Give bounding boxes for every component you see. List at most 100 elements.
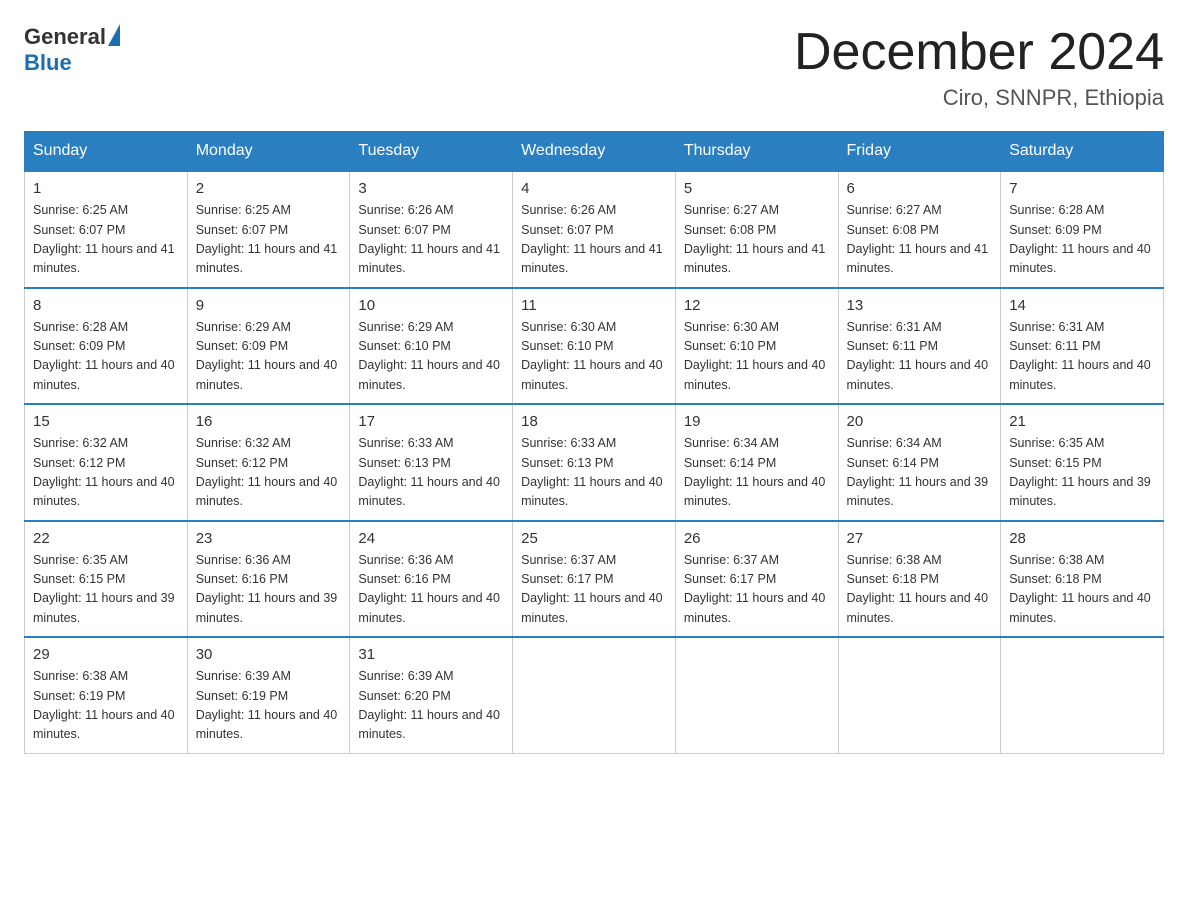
day-number: 13: [847, 297, 993, 314]
day-info: Sunrise: 6:25 AMSunset: 6:07 PMDaylight:…: [33, 201, 179, 279]
calendar-cell: 13 Sunrise: 6:31 AMSunset: 6:11 PMDaylig…: [838, 288, 1001, 405]
day-info: Sunrise: 6:33 AMSunset: 6:13 PMDaylight:…: [358, 434, 504, 512]
calendar-cell: 31 Sunrise: 6:39 AMSunset: 6:20 PMDaylig…: [350, 637, 513, 753]
logo: General Blue: [24, 24, 120, 76]
day-info: Sunrise: 6:25 AMSunset: 6:07 PMDaylight:…: [196, 201, 342, 279]
calendar-cell: 8 Sunrise: 6:28 AMSunset: 6:09 PMDayligh…: [25, 288, 188, 405]
day-number: 27: [847, 530, 993, 547]
calendar-cell: [838, 637, 1001, 753]
day-number: 28: [1009, 530, 1155, 547]
calendar-cell: [675, 637, 838, 753]
day-info: Sunrise: 6:29 AMSunset: 6:09 PMDaylight:…: [196, 318, 342, 396]
calendar-cell: 6 Sunrise: 6:27 AMSunset: 6:08 PMDayligh…: [838, 171, 1001, 288]
calendar-cell: 27 Sunrise: 6:38 AMSunset: 6:18 PMDaylig…: [838, 521, 1001, 638]
calendar-cell: 24 Sunrise: 6:36 AMSunset: 6:16 PMDaylig…: [350, 521, 513, 638]
day-number: 4: [521, 180, 667, 197]
day-number: 17: [358, 413, 504, 430]
calendar-cell: 4 Sunrise: 6:26 AMSunset: 6:07 PMDayligh…: [513, 171, 676, 288]
day-info: Sunrise: 6:39 AMSunset: 6:19 PMDaylight:…: [196, 667, 342, 745]
calendar-week-1: 1 Sunrise: 6:25 AMSunset: 6:07 PMDayligh…: [25, 171, 1164, 288]
day-number: 2: [196, 180, 342, 197]
day-info: Sunrise: 6:30 AMSunset: 6:10 PMDaylight:…: [521, 318, 667, 396]
day-number: 5: [684, 180, 830, 197]
logo-blue: Blue: [24, 50, 72, 76]
calendar-cell: 28 Sunrise: 6:38 AMSunset: 6:18 PMDaylig…: [1001, 521, 1164, 638]
day-number: 22: [33, 530, 179, 547]
day-info: Sunrise: 6:34 AMSunset: 6:14 PMDaylight:…: [847, 434, 993, 512]
day-info: Sunrise: 6:38 AMSunset: 6:19 PMDaylight:…: [33, 667, 179, 745]
header-sunday: Sunday: [25, 132, 188, 172]
day-number: 31: [358, 646, 504, 663]
calendar-cell: 21 Sunrise: 6:35 AMSunset: 6:15 PMDaylig…: [1001, 404, 1164, 521]
day-number: 15: [33, 413, 179, 430]
calendar-cell: 18 Sunrise: 6:33 AMSunset: 6:13 PMDaylig…: [513, 404, 676, 521]
day-info: Sunrise: 6:31 AMSunset: 6:11 PMDaylight:…: [847, 318, 993, 396]
header-wednesday: Wednesday: [513, 132, 676, 172]
calendar-cell: 15 Sunrise: 6:32 AMSunset: 6:12 PMDaylig…: [25, 404, 188, 521]
header-tuesday: Tuesday: [350, 132, 513, 172]
day-number: 20: [847, 413, 993, 430]
calendar-cell: [513, 637, 676, 753]
day-info: Sunrise: 6:35 AMSunset: 6:15 PMDaylight:…: [33, 551, 179, 629]
calendar-header: SundayMondayTuesdayWednesdayThursdayFrid…: [25, 132, 1164, 172]
day-number: 12: [684, 297, 830, 314]
day-number: 24: [358, 530, 504, 547]
day-info: Sunrise: 6:26 AMSunset: 6:07 PMDaylight:…: [358, 201, 504, 279]
calendar-cell: 25 Sunrise: 6:37 AMSunset: 6:17 PMDaylig…: [513, 521, 676, 638]
day-number: 19: [684, 413, 830, 430]
day-number: 3: [358, 180, 504, 197]
calendar-cell: 3 Sunrise: 6:26 AMSunset: 6:07 PMDayligh…: [350, 171, 513, 288]
calendar-cell: 12 Sunrise: 6:30 AMSunset: 6:10 PMDaylig…: [675, 288, 838, 405]
day-info: Sunrise: 6:34 AMSunset: 6:14 PMDaylight:…: [684, 434, 830, 512]
header-row: SundayMondayTuesdayWednesdayThursdayFrid…: [25, 132, 1164, 172]
day-info: Sunrise: 6:35 AMSunset: 6:15 PMDaylight:…: [1009, 434, 1155, 512]
location-title: Ciro, SNNPR, Ethiopia: [794, 85, 1164, 111]
calendar-cell: 26 Sunrise: 6:37 AMSunset: 6:17 PMDaylig…: [675, 521, 838, 638]
day-info: Sunrise: 6:32 AMSunset: 6:12 PMDaylight:…: [33, 434, 179, 512]
day-number: 1: [33, 180, 179, 197]
day-number: 10: [358, 297, 504, 314]
calendar-cell: 10 Sunrise: 6:29 AMSunset: 6:10 PMDaylig…: [350, 288, 513, 405]
day-info: Sunrise: 6:29 AMSunset: 6:10 PMDaylight:…: [358, 318, 504, 396]
day-info: Sunrise: 6:38 AMSunset: 6:18 PMDaylight:…: [1009, 551, 1155, 629]
day-info: Sunrise: 6:37 AMSunset: 6:17 PMDaylight:…: [684, 551, 830, 629]
day-number: 14: [1009, 297, 1155, 314]
day-info: Sunrise: 6:27 AMSunset: 6:08 PMDaylight:…: [684, 201, 830, 279]
day-number: 16: [196, 413, 342, 430]
calendar-cell: 14 Sunrise: 6:31 AMSunset: 6:11 PMDaylig…: [1001, 288, 1164, 405]
day-number: 11: [521, 297, 667, 314]
calendar-cell: 20 Sunrise: 6:34 AMSunset: 6:14 PMDaylig…: [838, 404, 1001, 521]
day-info: Sunrise: 6:39 AMSunset: 6:20 PMDaylight:…: [358, 667, 504, 745]
calendar-cell: 23 Sunrise: 6:36 AMSunset: 6:16 PMDaylig…: [187, 521, 350, 638]
day-info: Sunrise: 6:28 AMSunset: 6:09 PMDaylight:…: [33, 318, 179, 396]
calendar-cell: 22 Sunrise: 6:35 AMSunset: 6:15 PMDaylig…: [25, 521, 188, 638]
day-info: Sunrise: 6:38 AMSunset: 6:18 PMDaylight:…: [847, 551, 993, 629]
calendar-body: 1 Sunrise: 6:25 AMSunset: 6:07 PMDayligh…: [25, 171, 1164, 753]
day-number: 23: [196, 530, 342, 547]
calendar-cell: [1001, 637, 1164, 753]
day-number: 21: [1009, 413, 1155, 430]
day-number: 6: [847, 180, 993, 197]
logo-general: General: [24, 24, 106, 50]
calendar-cell: 9 Sunrise: 6:29 AMSunset: 6:09 PMDayligh…: [187, 288, 350, 405]
calendar-cell: 19 Sunrise: 6:34 AMSunset: 6:14 PMDaylig…: [675, 404, 838, 521]
calendar-table: SundayMondayTuesdayWednesdayThursdayFrid…: [24, 131, 1164, 754]
day-number: 30: [196, 646, 342, 663]
month-title: December 2024: [794, 24, 1164, 81]
day-number: 25: [521, 530, 667, 547]
calendar-cell: 2 Sunrise: 6:25 AMSunset: 6:07 PMDayligh…: [187, 171, 350, 288]
title-section: December 2024 Ciro, SNNPR, Ethiopia: [794, 24, 1164, 111]
calendar-cell: 29 Sunrise: 6:38 AMSunset: 6:19 PMDaylig…: [25, 637, 188, 753]
day-info: Sunrise: 6:36 AMSunset: 6:16 PMDaylight:…: [196, 551, 342, 629]
header-monday: Monday: [187, 132, 350, 172]
day-info: Sunrise: 6:37 AMSunset: 6:17 PMDaylight:…: [521, 551, 667, 629]
calendar-week-2: 8 Sunrise: 6:28 AMSunset: 6:09 PMDayligh…: [25, 288, 1164, 405]
day-number: 18: [521, 413, 667, 430]
header-saturday: Saturday: [1001, 132, 1164, 172]
day-info: Sunrise: 6:36 AMSunset: 6:16 PMDaylight:…: [358, 551, 504, 629]
day-number: 29: [33, 646, 179, 663]
calendar-cell: 16 Sunrise: 6:32 AMSunset: 6:12 PMDaylig…: [187, 404, 350, 521]
calendar-week-5: 29 Sunrise: 6:38 AMSunset: 6:19 PMDaylig…: [25, 637, 1164, 753]
day-info: Sunrise: 6:31 AMSunset: 6:11 PMDaylight:…: [1009, 318, 1155, 396]
day-number: 26: [684, 530, 830, 547]
